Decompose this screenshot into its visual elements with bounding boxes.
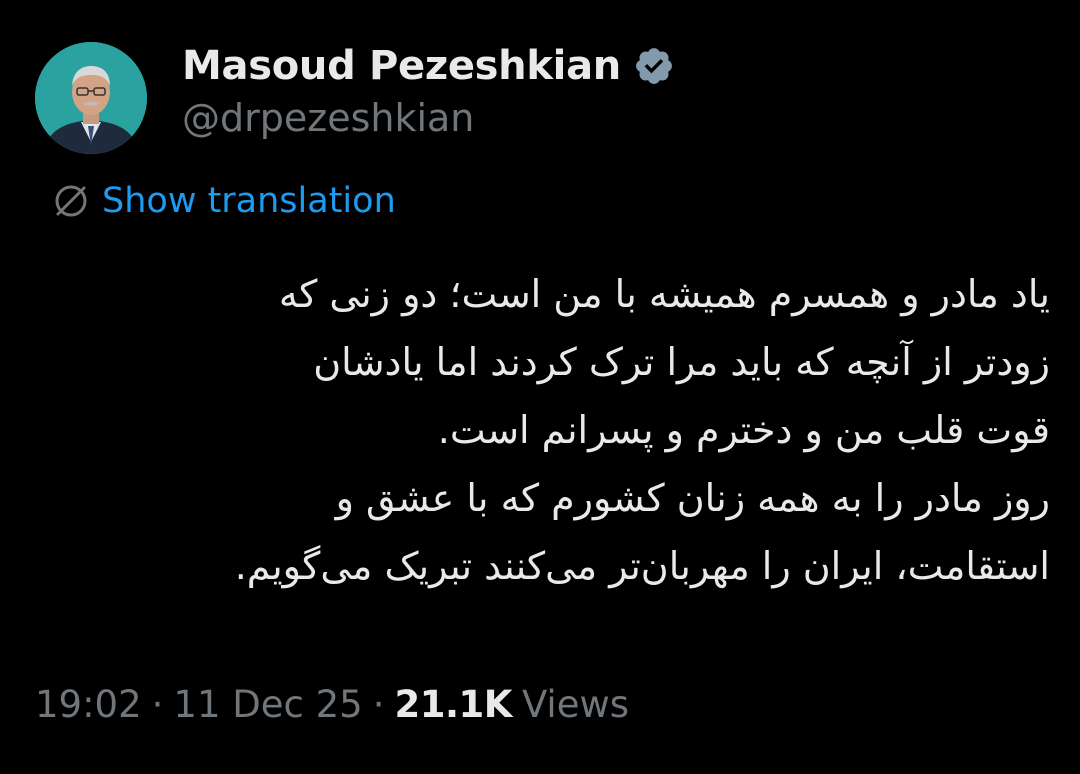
- tweet-meta: 19:02 · 11 Dec 25 · 21.1K Views: [35, 683, 629, 726]
- meta-separator: ·: [372, 683, 385, 726]
- verified-badge-icon: [633, 45, 675, 87]
- tweet: Masoud Pezeshkian @drpezeshkian Show tra…: [0, 0, 1080, 774]
- tweet-text-line: استقامت، ایران را مهربان‌تر می‌کنند تبری…: [234, 544, 1050, 588]
- globe-icon: [50, 180, 92, 222]
- author-display-name[interactable]: Masoud Pezeshkian: [182, 43, 621, 89]
- tweet-time[interactable]: 19:02: [35, 683, 142, 726]
- avatar[interactable]: [35, 42, 147, 154]
- show-translation-label: Show translation: [102, 181, 396, 221]
- author-handle[interactable]: @drpezeshkian: [182, 96, 474, 140]
- tweet-text-line: یاد مادر و همسرم همیشه با من است؛ دو زنی…: [278, 272, 1050, 316]
- author-name-row: Masoud Pezeshkian: [182, 38, 675, 94]
- tweet-text: یاد مادر و همسرم همیشه با من است؛ دو زنی…: [30, 260, 1050, 600]
- views-count[interactable]: 21.1K: [394, 683, 512, 726]
- tweet-text-line: زودتر از آنچه که باید مرا ترک کردند اما …: [313, 340, 1050, 384]
- tweet-date[interactable]: 11 Dec 25: [173, 683, 362, 726]
- meta-separator: ·: [151, 683, 164, 726]
- views-label: Views: [521, 683, 630, 726]
- profile-photo-icon: [35, 42, 147, 154]
- tweet-text-line: روز مادر را به همه زنان کشورم که با عشق …: [335, 476, 1050, 520]
- show-translation-button[interactable]: Show translation: [50, 180, 396, 222]
- tweet-text-line: قوت قلب من و دخترم و پسرانم است.: [437, 408, 1050, 452]
